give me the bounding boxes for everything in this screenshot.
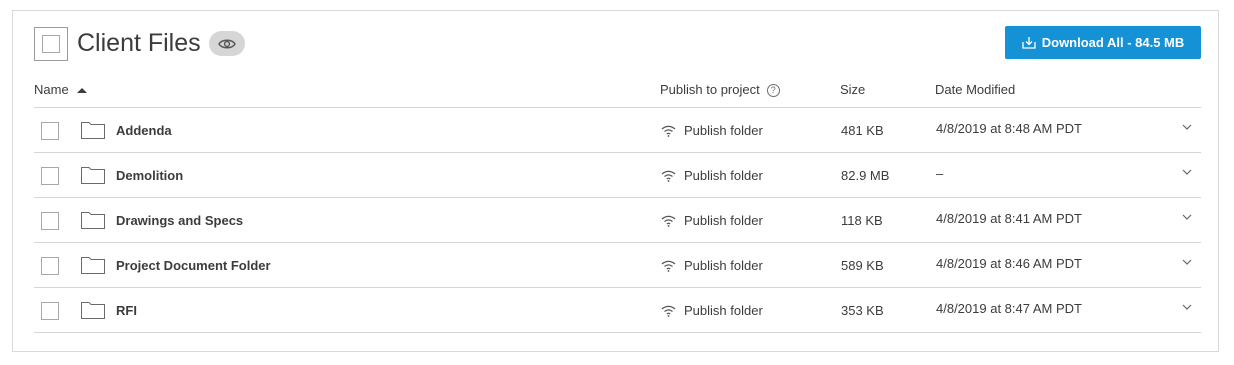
table-row[interactable]: Project Document Folder Publish folder 5… <box>34 242 1201 287</box>
file-size: 118 KB <box>841 213 883 228</box>
publish-folder-control[interactable]: Publish folder <box>661 257 763 274</box>
visibility-toggle[interactable] <box>209 31 245 56</box>
folder-icon <box>81 257 105 274</box>
folder-name[interactable]: Demolition <box>116 167 183 184</box>
chevron-down-icon[interactable] <box>1182 259 1192 265</box>
publish-folder-label: Publish folder <box>684 123 763 138</box>
date-modified: 4/8/2019 at 8:47 AM PDT <box>936 301 1082 316</box>
client-files-panel: Client Files Download All - 84.5 MB Name… <box>12 10 1219 352</box>
date-modified: 4/8/2019 at 8:41 AM PDT <box>936 211 1082 226</box>
wifi-icon <box>661 305 676 317</box>
folder-name[interactable]: Addenda <box>116 122 172 139</box>
chevron-down-icon[interactable] <box>1182 124 1192 130</box>
column-header-date-label: Date Modified <box>935 82 1016 97</box>
publish-folder-control[interactable]: Publish folder <box>661 302 763 319</box>
file-size: 82.9 MB <box>841 168 890 183</box>
download-icon <box>1022 37 1036 49</box>
column-header-date[interactable]: Date Modified <box>935 82 1015 98</box>
file-size: 353 KB <box>841 303 884 318</box>
folder-icon <box>81 167 105 184</box>
date-modified: 4/8/2019 at 8:46 AM PDT <box>936 256 1082 271</box>
download-all-label: Download All - 84.5 MB <box>1041 35 1185 50</box>
wifi-icon <box>661 170 676 182</box>
column-header-name[interactable]: Name <box>34 82 87 98</box>
column-header-name-label: Name <box>34 82 69 97</box>
chevron-down-icon[interactable] <box>1182 304 1192 310</box>
folder-name[interactable]: RFI <box>116 302 137 319</box>
table-row[interactable]: RFI Publish folder 353 KB 4/8/2019 at 8:… <box>34 287 1201 333</box>
column-header-size[interactable]: Size <box>840 82 865 98</box>
sort-ascending-icon <box>76 87 87 93</box>
date-modified: 4/8/2019 at 8:48 AM PDT <box>936 121 1082 136</box>
publish-folder-label: Publish folder <box>684 303 763 318</box>
page-title: Client Files <box>77 29 201 57</box>
folder-icon <box>81 212 105 229</box>
publish-folder-control[interactable]: Publish folder <box>661 167 763 184</box>
publish-folder-label: Publish folder <box>684 213 763 228</box>
table-row[interactable]: Drawings and Specs Publish folder 118 KB… <box>34 197 1201 242</box>
eye-icon <box>218 39 236 48</box>
chevron-down-icon[interactable] <box>1182 169 1192 175</box>
row-checkbox[interactable] <box>41 302 59 320</box>
column-header-publish: Publish to project ? <box>660 82 780 98</box>
select-all-checkbox[interactable] <box>34 27 68 61</box>
folder-icon <box>81 302 105 319</box>
file-list: Addenda Publish folder 481 KB 4/8/2019 a… <box>34 107 1201 333</box>
folder-name[interactable]: Project Document Folder <box>116 257 271 274</box>
publish-folder-control[interactable]: Publish folder <box>661 122 763 139</box>
table-row[interactable]: Demolition Publish folder 82.9 MB – <box>34 152 1201 197</box>
file-size: 589 KB <box>841 258 884 273</box>
publish-folder-label: Publish folder <box>684 258 763 273</box>
date-modified: – <box>936 166 944 181</box>
row-checkbox[interactable] <box>41 167 59 185</box>
publish-folder-label: Publish folder <box>684 168 763 183</box>
file-size: 481 KB <box>841 123 884 138</box>
row-checkbox[interactable] <box>41 122 59 140</box>
wifi-icon <box>661 260 676 272</box>
publish-folder-control[interactable]: Publish folder <box>661 212 763 229</box>
folder-name[interactable]: Drawings and Specs <box>116 212 243 229</box>
wifi-icon <box>661 125 676 137</box>
row-checkbox[interactable] <box>41 257 59 275</box>
panel-header: Client Files Download All - 84.5 MB <box>13 11 1218 73</box>
help-icon[interactable]: ? <box>766 83 780 97</box>
download-all-button[interactable]: Download All - 84.5 MB <box>1005 26 1201 59</box>
wifi-icon <box>661 215 676 227</box>
chevron-down-icon[interactable] <box>1182 214 1192 220</box>
checkbox-box <box>42 35 60 53</box>
row-checkbox[interactable] <box>41 212 59 230</box>
column-header-size-label: Size <box>840 82 866 97</box>
column-header-publish-label: Publish to project <box>660 82 760 97</box>
folder-icon <box>81 122 105 139</box>
table-row[interactable]: Addenda Publish folder 481 KB 4/8/2019 a… <box>34 107 1201 152</box>
